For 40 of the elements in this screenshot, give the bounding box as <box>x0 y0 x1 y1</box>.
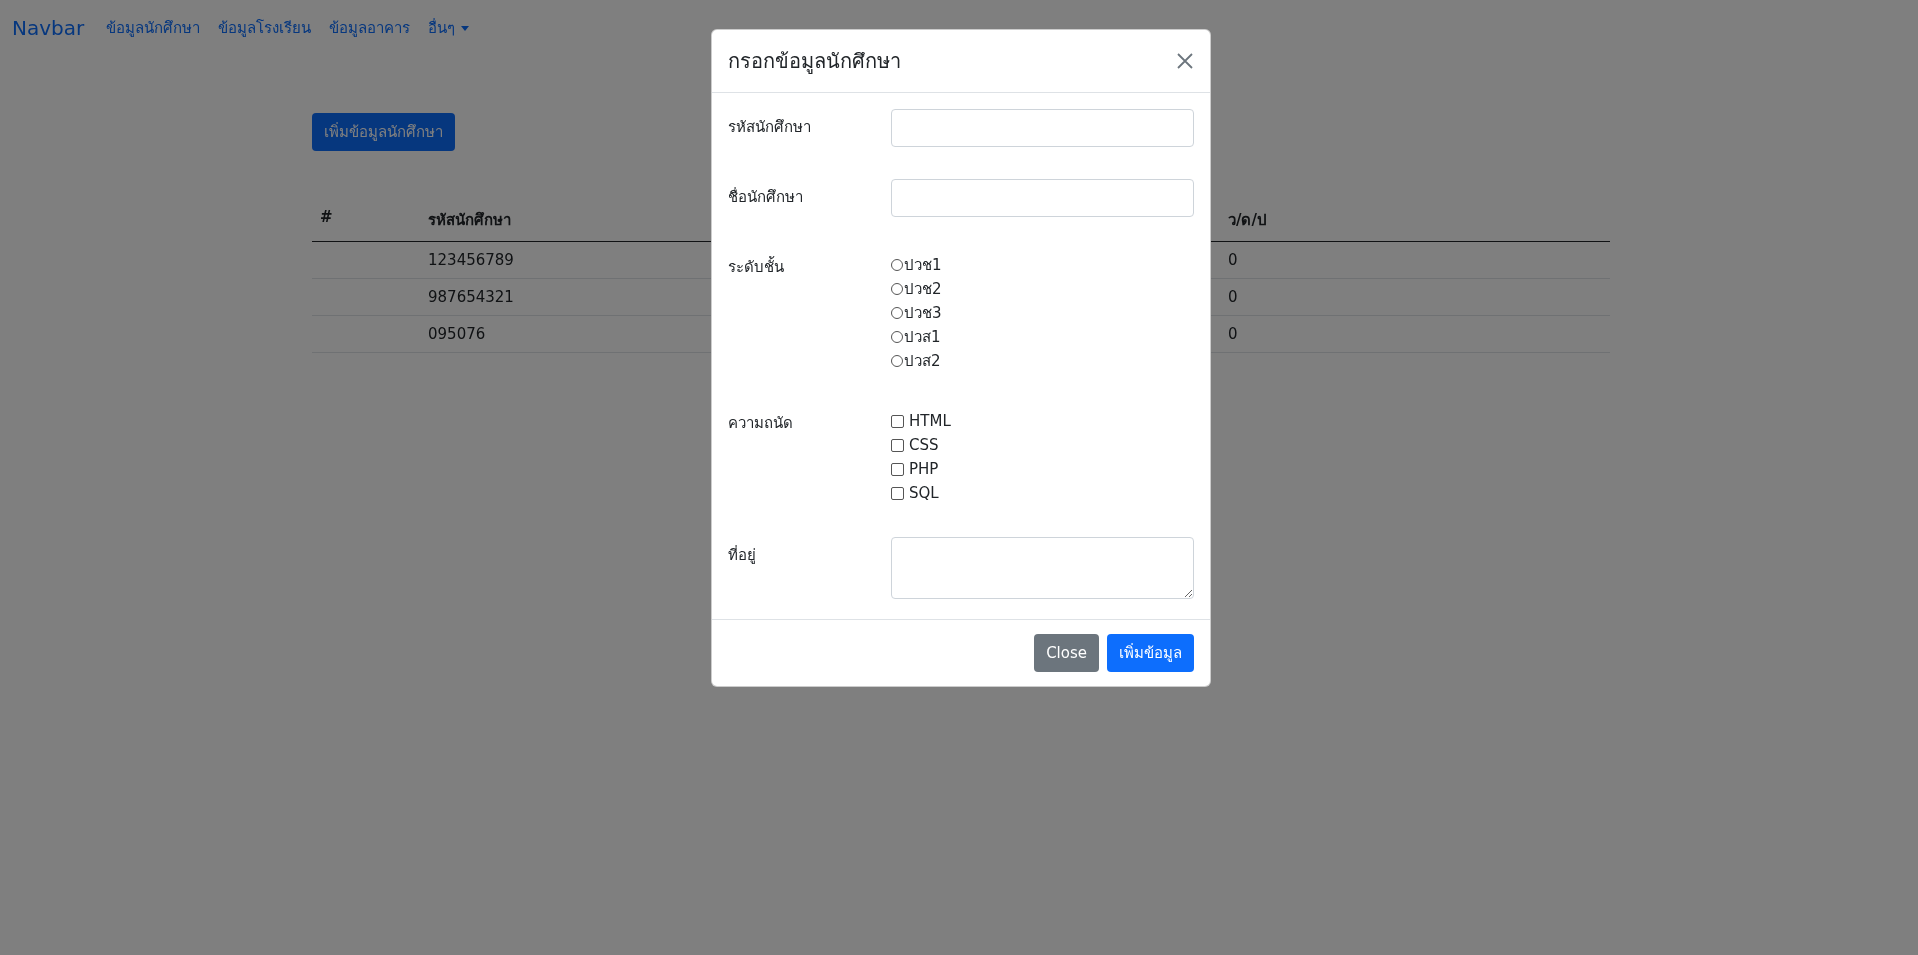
table-cell: 095076 <box>428 325 486 343</box>
column-header: # <box>320 208 333 226</box>
text-input[interactable] <box>891 179 1194 217</box>
table-cell: 123456789 <box>428 251 514 269</box>
modal-title: กรอกข้อมูลนักศึกษา <box>728 48 901 76</box>
checkbox[interactable] <box>891 486 904 500</box>
field-label: ระดับชั้น <box>728 255 784 278</box>
table-cell: 0 <box>1228 325 1238 343</box>
table-cell: 0 <box>1228 251 1238 269</box>
table-cell: 0 <box>1228 288 1238 306</box>
checkbox[interactable] <box>891 462 904 476</box>
field-label: รหัสนักศึกษา <box>728 117 811 138</box>
checkbox-label: PHP <box>909 460 939 478</box>
radio-label: ปวส2 <box>904 351 941 372</box>
table-cell: 987654321 <box>428 288 514 306</box>
nav-link[interactable]: ข้อมูลอาคาร <box>329 16 411 40</box>
close-icon[interactable] <box>1176 52 1194 70</box>
checkbox[interactable] <box>891 414 904 428</box>
text-input[interactable] <box>891 109 1194 147</box>
caret-icon <box>461 25 470 31</box>
close-button[interactable]: Close <box>1034 634 1099 672</box>
checkbox-label: SQL <box>909 484 939 502</box>
navbar-brand[interactable]: Navbar <box>12 16 85 40</box>
dropdown-toggle[interactable]: อื่นๆ <box>428 16 470 40</box>
column-header: รหัสนักศึกษา <box>428 210 511 231</box>
checkbox[interactable] <box>891 438 904 452</box>
column-header: ว/ด/ป <box>1228 210 1267 231</box>
field-label: ความถนัด <box>728 413 793 434</box>
radio-label: ปวช2 <box>904 279 942 300</box>
checkbox-label: CSS <box>909 436 939 454</box>
nav-link[interactable]: ข้อมูลโรงเรียน <box>218 16 312 40</box>
field-label: ชื่อนักศึกษา <box>728 186 803 208</box>
radio-label: ปวส1 <box>904 327 941 348</box>
submit-button[interactable]: เพิ่มข้อมูล <box>1107 634 1194 672</box>
add-student-button[interactable]: เพิ่มข้อมูลนักศึกษา <box>312 113 455 151</box>
radio-label: ปวช3 <box>904 303 942 324</box>
checkbox-label: HTML <box>909 412 951 430</box>
nav-link[interactable]: ข้อมูลนักศึกษา <box>106 16 201 40</box>
radio-label: ปวช1 <box>904 255 942 276</box>
field-label: ที่อยู่ <box>728 544 756 566</box>
